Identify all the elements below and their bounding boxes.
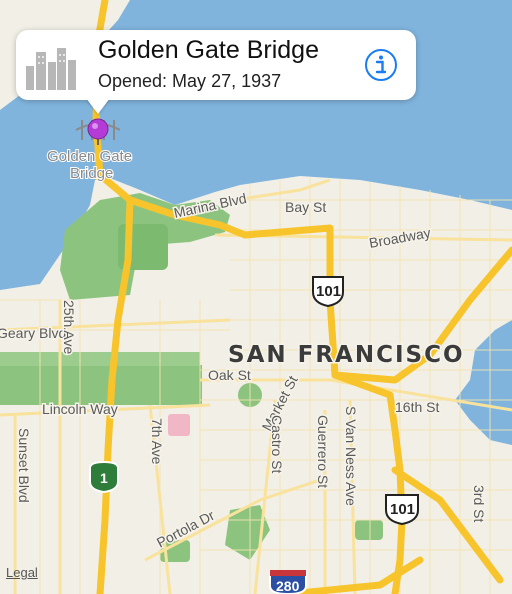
- city-skyline-icon: [26, 48, 76, 90]
- info-callout[interactable]: Golden Gate Bridge Opened: May 27, 1937: [16, 30, 416, 100]
- street-label-oak: Oak St: [208, 367, 251, 383]
- street-label-guerrero: Guerrero St: [315, 415, 331, 488]
- callout-title: Golden Gate Bridge: [98, 36, 319, 64]
- street-label-castro: Castro St: [269, 415, 285, 473]
- street-label-sunset: Sunset Blvd: [16, 428, 32, 503]
- legal-link[interactable]: Legal: [6, 565, 38, 580]
- us101-shield-bottom: 101: [385, 494, 419, 526]
- street-label-3rd: 3rd St: [471, 485, 487, 522]
- street-label-16th: 16th St: [395, 399, 439, 415]
- info-circle-icon[interactable]: [363, 47, 399, 83]
- us101-label-top: 101: [316, 283, 341, 300]
- i280-shield: 280: [269, 570, 307, 594]
- street-label-lincoln: Lincoln Way: [42, 401, 118, 417]
- callout-pointer: [86, 98, 110, 114]
- ca1-shield: 1: [89, 460, 119, 494]
- street-label-25th-ave: 25th Ave: [61, 300, 77, 354]
- ca1-label: 1: [100, 470, 108, 486]
- street-label-bay: Bay St: [285, 199, 326, 215]
- us101-label-bottom: 101: [390, 501, 415, 518]
- street-label-van-ness: S Van Ness Ave: [343, 406, 359, 506]
- city-label: San Francisco: [228, 342, 465, 368]
- poi-label-line2: Bridge: [70, 165, 113, 182]
- park-south: [355, 520, 383, 540]
- street-label-7th-ave: 7th Ave: [149, 418, 165, 465]
- street-label-geary: Geary Blvd: [0, 325, 66, 341]
- park-strip: [0, 352, 200, 366]
- us101-shield-top: 101: [312, 276, 344, 308]
- callout-subtitle: Opened: May 27, 1937: [98, 71, 282, 91]
- golden-gate-park: [0, 365, 202, 405]
- poi-label-line1: Golden Gate: [47, 148, 132, 165]
- i280-label: 280: [276, 578, 300, 594]
- pink-area: [168, 414, 190, 436]
